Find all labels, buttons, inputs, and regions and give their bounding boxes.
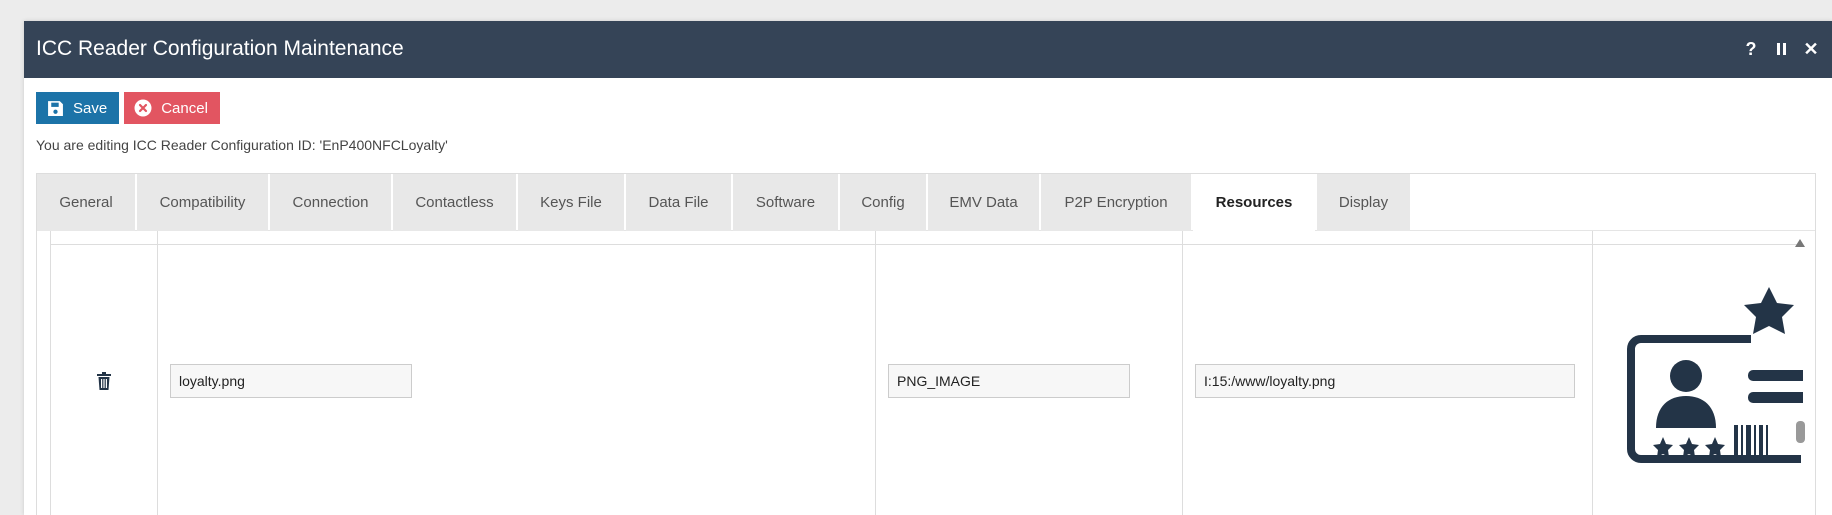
scroll-up-arrow-icon[interactable] [1795,239,1805,247]
resource-path-input[interactable] [1195,364,1575,398]
trash-icon[interactable] [51,372,157,390]
image-preview-cell [1592,243,1803,515]
tab-data-file[interactable]: Data File [626,174,731,231]
scroll-thumb[interactable] [1796,421,1805,443]
tab-emv-data[interactable]: EMV Data [928,174,1039,231]
save-button[interactable]: Save [36,92,120,124]
grid-scrollbar[interactable] [1795,231,1805,515]
save-label: Save [73,99,108,117]
toolbar: Save Cancel [36,92,220,124]
tab-resources[interactable]: Resources [1193,174,1315,231]
tab-software[interactable]: Software [733,174,838,231]
floppy-disk-icon [46,99,64,117]
tab-keys-file[interactable]: Keys File [518,174,624,231]
tab-config[interactable]: Config [840,174,926,231]
cancel-button[interactable]: Cancel [124,92,220,124]
tab-general[interactable]: General [37,174,135,231]
editing-message: You are editing ICC Reader Configuration… [36,137,448,153]
file-name-input[interactable] [170,364,412,398]
tab-contactless[interactable]: Contactless [393,174,516,231]
table-row [50,243,1803,515]
resource-type-input[interactable] [888,364,1130,398]
help-icon[interactable]: ? [1736,35,1766,63]
resources-grid [50,231,1803,515]
tab-compatibility[interactable]: Compatibility [137,174,268,231]
loyalty-card-icon [1627,286,1803,463]
tab-display[interactable]: Display [1317,174,1410,231]
tab-panel: General Compatibility Connection Contact… [36,173,1816,515]
cancel-label: Cancel [161,99,208,117]
pause-icon[interactable] [1766,35,1796,63]
path-cell [1182,243,1593,515]
dialog-titlebar: ICC Reader Configuration Maintenance ? ✕ [24,21,1832,78]
grid-row-partial [50,231,1803,244]
tab-p2p-encryption[interactable]: P2P Encryption [1041,174,1191,231]
delete-cell [50,243,158,515]
tab-bar: General Compatibility Connection Contact… [37,174,1815,231]
config-dialog: ICC Reader Configuration Maintenance ? ✕… [24,21,1832,515]
cancel-circle-icon [134,99,152,117]
dialog-title: ICC Reader Configuration Maintenance [36,37,404,60]
file-name-cell [157,243,876,515]
close-icon[interactable]: ✕ [1796,35,1826,63]
resource-type-cell [875,243,1183,515]
tab-connection[interactable]: Connection [270,174,391,231]
